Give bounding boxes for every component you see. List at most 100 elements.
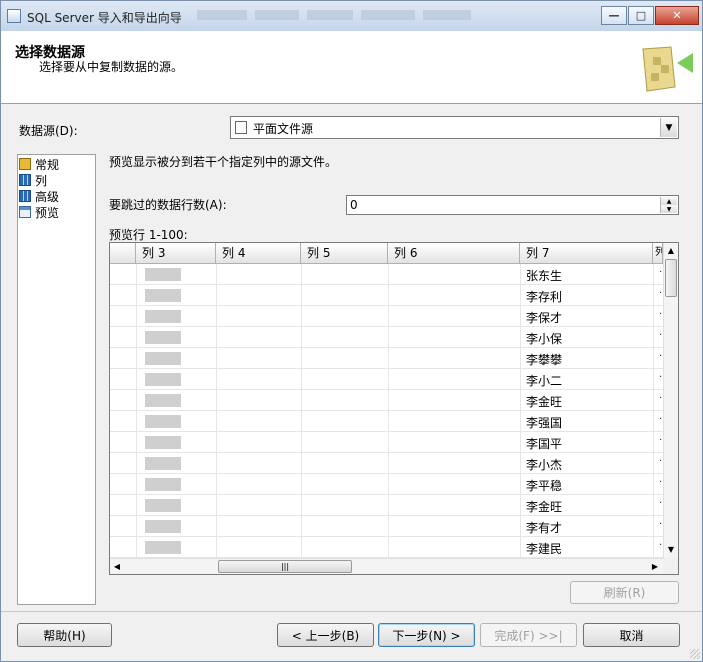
column-header[interactable]: 列 3 [136, 243, 216, 264]
table-row[interactable]: 李存利 · [110, 285, 663, 306]
table-row[interactable]: 李有才 · [110, 516, 663, 537]
cell-col7: 李小二 [526, 374, 563, 388]
cell-col8: · [659, 519, 663, 530]
scroll-right-icon[interactable]: ▶ [648, 559, 662, 574]
table-row[interactable]: 李平稳 · [110, 474, 663, 495]
cell-col7: 李国平 [526, 437, 563, 451]
title-redaction [255, 10, 299, 20]
vertical-scrollbar[interactable]: ▲ ▼ [663, 243, 678, 558]
nav-item-label: 高级 [35, 189, 60, 204]
nav-item-preview[interactable]: 预览 [19, 204, 59, 220]
wizard-banner-icon [642, 46, 693, 92]
spin-down-icon[interactable]: ▼ [660, 205, 677, 213]
skip-rows-label: 要跳过的数据行数(A): [109, 198, 227, 212]
cell-col8: · [659, 414, 663, 425]
column-header[interactable]: 列 5 [301, 243, 388, 264]
cell-col7: 李小杰 [526, 458, 563, 472]
flat-file-icon [235, 121, 247, 134]
help-button[interactable]: 帮助(H) [17, 623, 112, 647]
cell-col8: · [659, 456, 663, 467]
table-row[interactable]: 李小二 · [110, 369, 663, 390]
close-icon: ✕ [672, 9, 682, 22]
cancel-button[interactable]: 取消 [583, 623, 680, 647]
cell-col7: 李平稳 [526, 479, 563, 493]
title-bar[interactable]: SQL Server 导入和导出向导 — □ ✕ [1, 1, 702, 31]
preview-grid[interactable]: 列 3 列 4 列 5 列 6 列 7 列 8 张东生 · 李存利 · 李保才 · 李小保 ·… [109, 242, 679, 575]
next-button[interactable]: 下一步(N) > [378, 623, 475, 647]
back-button[interactable]: < 上一步(B) [277, 623, 374, 647]
title-redaction [423, 10, 471, 20]
column-header[interactable]: 列 6 [388, 243, 520, 264]
close-button[interactable]: ✕ [655, 6, 699, 25]
cell-col8: · [659, 351, 663, 362]
table-row[interactable]: 张东生 · [110, 264, 663, 285]
redacted-cell [145, 457, 181, 470]
maximize-icon: □ [635, 9, 647, 22]
wizard-window: SQL Server 导入和导出向导 — □ ✕ 选择数据源 选择要从中复制数据… [0, 0, 703, 662]
cell-col8: · [659, 540, 663, 551]
scroll-down-icon[interactable]: ▼ [664, 542, 678, 557]
minimize-button[interactable]: — [601, 6, 627, 25]
column-header[interactable]: 列 4 [216, 243, 301, 264]
datasource-select[interactable]: 平面文件源 ▼ [230, 116, 679, 139]
nav-item-label: 预览 [35, 205, 60, 220]
table-row[interactable]: 李小保 · [110, 327, 663, 348]
redacted-cell [145, 478, 181, 491]
maximize-button[interactable]: □ [628, 6, 654, 25]
table-row[interactable]: 李金旺 · [110, 495, 663, 516]
datasource-value: 平面文件源 [253, 122, 314, 136]
title-redaction [307, 10, 353, 20]
cell-col8: · [659, 498, 663, 509]
columns-icon [19, 174, 31, 186]
refresh-button[interactable]: 刷新(R) [570, 581, 679, 604]
column-header[interactable]: 列 7 [520, 243, 653, 264]
scroll-thumb[interactable] [665, 259, 677, 297]
cell-col8: · [659, 288, 663, 299]
finish-button[interactable]: 完成(F) >>| [480, 623, 577, 647]
redacted-cell [145, 331, 181, 344]
app-icon [7, 9, 21, 23]
advanced-icon [19, 190, 31, 202]
redacted-cell [145, 373, 181, 386]
column-header[interactable]: 列 8 [653, 243, 663, 264]
table-row[interactable]: 李建民 · [110, 537, 663, 558]
cell-col8: · [659, 330, 663, 341]
skip-rows-stepper[interactable]: 0 ▲ ▼ [346, 195, 679, 215]
nav-item-advanced[interactable]: 高级 [19, 188, 59, 204]
cell-col8: · [659, 393, 663, 404]
scroll-left-icon[interactable]: ◀ [110, 559, 124, 574]
table-row[interactable]: 李攀攀 · [110, 348, 663, 369]
cell-col8: · [659, 309, 663, 320]
redacted-cell [145, 268, 181, 281]
nav-item-columns[interactable]: 列 [19, 172, 47, 188]
table-row[interactable]: 李金旺 · [110, 390, 663, 411]
page-subtitle: 选择要从中复制数据的源。 [39, 60, 184, 74]
row-header-corner [110, 243, 136, 264]
table-row[interactable]: 李保才 · [110, 306, 663, 327]
horizontal-scrollbar[interactable]: ◀ ||| ▶ [110, 558, 663, 574]
spin-up-icon[interactable]: ▲ [660, 197, 677, 205]
resize-grip[interactable] [690, 649, 700, 659]
scroll-corner [663, 558, 678, 574]
cell-col7: 张东生 [526, 269, 563, 283]
window-title: SQL Server 导入和导出向导 [27, 11, 182, 25]
preview-icon [19, 206, 31, 218]
cell-col7: 李存利 [526, 290, 563, 304]
table-row[interactable]: 李国平 · [110, 432, 663, 453]
cell-col7: 李小保 [526, 332, 563, 346]
scroll-thumb[interactable]: ||| [218, 560, 352, 573]
wizard-header: 选择数据源 选择要从中复制数据的源。 [1, 31, 702, 104]
wizard-nav: 常规 列 高级 预览 [17, 154, 96, 605]
general-icon [19, 158, 31, 170]
redacted-cell [145, 415, 181, 428]
cell-col7: 李保才 [526, 311, 563, 325]
table-row[interactable]: 李小杰 · [110, 453, 663, 474]
minimize-icon: — [608, 9, 620, 22]
scroll-up-icon[interactable]: ▲ [664, 243, 678, 258]
chevron-down-icon[interactable]: ▼ [660, 118, 677, 137]
nav-item-general[interactable]: 常规 [19, 156, 59, 172]
cell-col8: · [659, 435, 663, 446]
cell-col8: · [659, 477, 663, 488]
redacted-cell [145, 289, 181, 302]
table-row[interactable]: 李强国 · [110, 411, 663, 432]
